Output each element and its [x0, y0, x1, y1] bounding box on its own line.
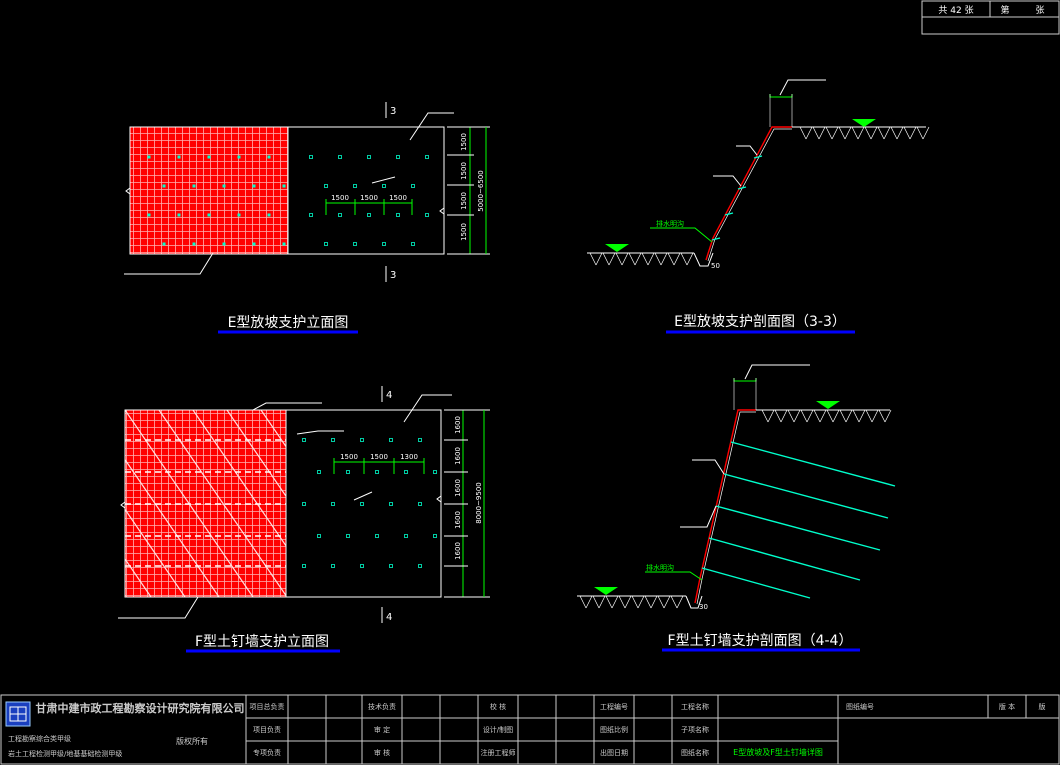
role-d1: 工程编号 [600, 702, 628, 711]
drawing-canvas: 共 42 张 第 张 3 3 1500 1500 1500 1500 1500 … [0, 0, 1060, 765]
f-sect-title: F型土钉墙支护剖面图（4-4） [668, 633, 853, 649]
version-unit: 版 [1039, 702, 1046, 711]
role-e2: 子项名称 [681, 725, 709, 734]
f-section-view: 30 排水明沟 F型土钉墙支护剖面图（4-4） [577, 364, 896, 652]
e-section-bottom-label: 3 [390, 270, 396, 281]
role-c2: 设计/制图 [483, 725, 513, 734]
f-elev-title: F型土钉墙支护立面图 [195, 634, 329, 650]
e-spacing-1: 1500 [331, 194, 349, 202]
f-section-bottom-label: 4 [386, 612, 392, 623]
f-height-1: 1600 [454, 416, 462, 434]
e-mesh-area [130, 127, 288, 254]
sheet-number-box: 共 42 张 第 张 [921, 0, 1060, 35]
f-height-2: 1600 [454, 447, 462, 465]
f-elevation-view: 4 4 1500 1500 1300 1600 1600 1600 1600 1… [118, 386, 490, 653]
f-height-5: 1600 [454, 542, 462, 560]
f-overall-height: 8000~9500 [475, 482, 483, 524]
f-height-4: 1600 [454, 511, 462, 529]
role-a2: 项目负责 [253, 725, 281, 734]
sheet-current-label: 第 [1000, 4, 1009, 16]
role-c1: 校 核 [490, 702, 506, 711]
title-block-roles: 项目总负责 项目负责 专项负责 技术负责 审 定 审 核 校 核 设计/制图 注… [250, 702, 1046, 757]
f-spacing-1: 1500 [340, 453, 358, 461]
f-ditch-dim: 30 [699, 603, 708, 611]
e-height-4: 1500 [460, 223, 468, 241]
role-e3: 图纸名称 [681, 748, 709, 757]
role-b1: 技术负责 [368, 702, 396, 711]
f-spacing-2: 1500 [370, 453, 388, 461]
e-spacing-3: 1500 [389, 194, 407, 202]
e-height-2: 1500 [460, 162, 468, 180]
copyright: 版权所有 [176, 736, 208, 746]
role-d2: 图纸比例 [600, 725, 628, 734]
role-b3: 审 核 [374, 748, 390, 757]
e-elev-title: E型放坡支护立面图 [228, 315, 349, 331]
f-soil-nails [701, 441, 896, 599]
f-drain-label: 排水明沟 [646, 563, 674, 572]
e-sect-title: E型放坡支护剖面图（3-3） [674, 314, 846, 330]
e-section-top-label: 3 [390, 106, 396, 117]
company-name: 甘肃中建市政工程勘察设计研究院有限公司 [36, 701, 245, 715]
role-d3: 出图日期 [600, 748, 628, 757]
company-logo [5, 701, 31, 727]
drawing-name: E型放坡及F型土钉墙详图 [733, 747, 823, 757]
e-height-1: 1500 [460, 133, 468, 151]
f-spacing-3: 1300 [400, 453, 418, 461]
role-b2: 审 定 [374, 725, 390, 734]
sheet-unit: 张 [1035, 5, 1044, 16]
e-spacing-2: 1500 [360, 194, 378, 202]
role-a1: 项目总负责 [250, 702, 285, 711]
role-e1: 工程名称 [681, 702, 709, 711]
e-slope-face [705, 126, 792, 261]
e-section-view: 50 排水明沟 E型放坡支护剖面图（3-3） [587, 79, 930, 334]
role-a3: 专项负责 [253, 748, 281, 757]
f-height-3: 1600 [454, 479, 462, 497]
e-elevation-view: 3 3 1500 1500 1500 1500 1500 1500 1500 5… [124, 102, 490, 334]
dept-line-1: 工程勘察综合类甲级 [8, 734, 71, 743]
role-c3: 注册工程师 [481, 748, 516, 757]
e-leader-bottom [124, 252, 214, 275]
e-drain-label: 排水明沟 [656, 219, 684, 228]
e-height-3: 1500 [460, 192, 468, 210]
sheet-total: 共 42 张 [938, 5, 973, 16]
e-overall-height: 5000~6500 [477, 170, 485, 212]
dept-line-2: 岩土工程检测甲级/地基基础检测甲级 [8, 749, 122, 758]
e-ditch-dim: 50 [711, 262, 720, 270]
version-label: 版 本 [999, 702, 1015, 711]
drawing-no-label: 图纸编号 [846, 702, 874, 711]
f-section-top-label: 4 [386, 390, 392, 401]
